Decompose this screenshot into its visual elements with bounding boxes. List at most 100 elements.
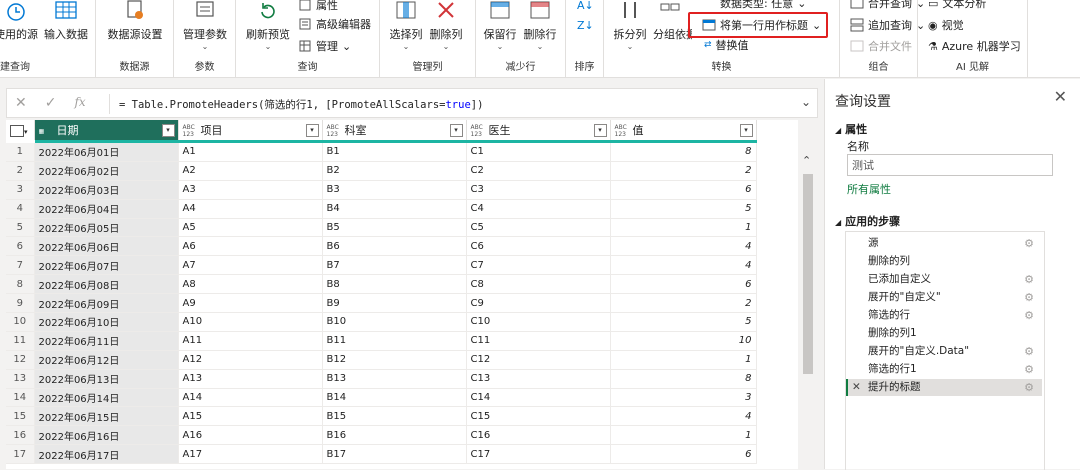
filter-dropdown-icon[interactable]: ▾ [161, 124, 175, 137]
cell-date[interactable]: 2022年06月10日 [34, 312, 179, 332]
cell-value[interactable]: 2 [610, 293, 757, 314]
cell[interactable]: C12 [466, 350, 611, 370]
cell-value[interactable]: 1 [610, 425, 757, 446]
gear-icon[interactable]: ⚙ [1024, 289, 1034, 306]
cell-date[interactable]: 2022年06月15日 [34, 406, 179, 427]
table-row[interactable]: 7 2022年06月07日 A7 B7 C7 4 [6, 255, 757, 276]
filter-dropdown-icon[interactable]: ▾ [305, 124, 319, 137]
gear-icon[interactable]: ⚙ [1024, 379, 1034, 396]
cell[interactable]: C15 [466, 406, 611, 427]
combine-files-button[interactable]: 合并文件 [850, 37, 912, 55]
cell[interactable]: B13 [322, 369, 467, 389]
table-row[interactable]: 12 2022年06月12日 A12 B12 C12 1 [6, 350, 757, 370]
cell[interactable]: B6 [322, 236, 467, 257]
cell-date[interactable]: 2022年06月01日 [34, 141, 179, 162]
filter-dropdown-icon[interactable]: ▾ [593, 124, 607, 137]
cell[interactable]: C13 [466, 369, 611, 389]
cell-value[interactable]: 5 [610, 312, 757, 332]
formula-input[interactable]: = Table.PromoteHeaders(筛选的行1, [PromoteAl… [119, 97, 483, 112]
manage-button[interactable]: 管理 ⌄ [298, 37, 351, 55]
table-row[interactable]: 11 2022年06月11日 A11 B11 C11 10 [6, 331, 757, 351]
check-icon[interactable]: ✓ [45, 95, 57, 111]
group-by-button[interactable]: 分组依据 [648, 0, 692, 56]
cell-value[interactable]: 5 [610, 199, 757, 219]
cell-date[interactable]: 2022年06月03日 [34, 180, 179, 200]
cell[interactable]: C8 [466, 274, 611, 295]
refresh-preview-button[interactable]: 刷新预览 ⌄ [242, 0, 294, 56]
sort-ascending-button[interactable]: A↓ [577, 0, 594, 14]
cell-date[interactable]: 2022年06月09日 [34, 293, 179, 314]
azure-ml-button[interactable]: ⚗ Azure 机器学习 [928, 37, 1021, 55]
cell[interactable]: B3 [322, 180, 467, 200]
table-row[interactable]: 10 2022年06月10日 A10 B10 C10 5 [6, 312, 757, 332]
filter-dropdown-icon[interactable]: ▾ [739, 124, 753, 137]
cell-date[interactable]: 2022年06月16日 [34, 425, 179, 446]
column-header-item[interactable]: ABC 123 项目 ▾ [178, 120, 323, 143]
cell[interactable]: A14 [178, 388, 323, 408]
cell-date[interactable]: 2022年06月07日 [34, 255, 179, 276]
cell[interactable]: C5 [466, 218, 611, 238]
cell[interactable]: C7 [466, 255, 611, 276]
applied-step[interactable]: 已添加自定义 ⚙ [846, 271, 1042, 288]
cell[interactable]: A11 [178, 331, 323, 351]
cell[interactable]: A2 [178, 161, 323, 181]
cell-value[interactable]: 3 [610, 388, 757, 408]
applied-step[interactable]: 展开的"自定义.Data" ⚙ [846, 343, 1042, 360]
cell[interactable]: A15 [178, 406, 323, 427]
table-row[interactable]: 2 2022年06月02日 A2 B2 C2 2 [6, 161, 757, 181]
cell-date[interactable]: 2022年06月06日 [34, 236, 179, 257]
cell-date[interactable]: 2022年06月04日 [34, 199, 179, 219]
cell-value[interactable]: 2 [610, 161, 757, 181]
applied-step[interactable]: ✕ 提升的标题 ⚙ [846, 379, 1042, 396]
vertical-scrollbar[interactable]: ⌃ [798, 150, 818, 469]
cell-value[interactable]: 8 [610, 141, 757, 162]
cell-value[interactable]: 6 [610, 180, 757, 200]
cell[interactable]: A10 [178, 312, 323, 332]
cell[interactable]: C3 [466, 180, 611, 200]
cell[interactable]: B12 [322, 350, 467, 370]
cell[interactable]: C4 [466, 199, 611, 219]
cell-value[interactable]: 4 [610, 255, 757, 276]
table-menu-button[interactable]: ▾ [6, 120, 35, 143]
table-row[interactable]: 15 2022年06月15日 A15 B15 C15 4 [6, 406, 757, 427]
table-row[interactable]: 16 2022年06月16日 A16 B16 C16 1 [6, 425, 757, 446]
cell[interactable]: C6 [466, 236, 611, 257]
close-icon[interactable]: ✕ [1054, 87, 1067, 106]
cell[interactable]: A6 [178, 236, 323, 257]
applied-step[interactable]: 筛选的行1 ⚙ [846, 361, 1042, 378]
table-row[interactable]: 17 2022年06月17日 A17 B17 C17 6 [6, 444, 757, 465]
enter-data-button[interactable]: 输入数据 [40, 0, 92, 56]
cell-value[interactable]: 6 [610, 444, 757, 465]
properties-button[interactable]: 属性 [298, 0, 338, 14]
applied-step[interactable]: 源 ⚙ [846, 235, 1042, 252]
column-header-date[interactable]: ▦ 日期 ▾ [34, 120, 179, 143]
column-header-doctor[interactable]: ABC 123 医生 ▾ [466, 120, 611, 143]
cell[interactable]: A7 [178, 255, 323, 276]
applied-step[interactable]: 删除的列 [846, 253, 1042, 270]
cell[interactable]: B4 [322, 199, 467, 219]
cancel-icon[interactable]: ✕ [15, 95, 27, 111]
applied-step[interactable]: 展开的"自定义" ⚙ [846, 289, 1042, 306]
text-analytics-button[interactable]: ▭ 文本分析 [928, 0, 986, 12]
cell[interactable]: C10 [466, 312, 611, 332]
cell[interactable]: B17 [322, 444, 467, 465]
cell[interactable]: A4 [178, 199, 323, 219]
gear-icon[interactable]: ⚙ [1024, 361, 1034, 378]
query-name-input[interactable] [847, 154, 1053, 176]
replace-values-button[interactable]: ⇄ 替换值 [704, 36, 749, 54]
cell[interactable]: A16 [178, 425, 323, 446]
table-row[interactable]: 5 2022年06月05日 A5 B5 C5 1 [6, 218, 757, 238]
column-header-value[interactable]: ABC 123 值 ▾ [610, 120, 757, 143]
cell-value[interactable]: 1 [610, 350, 757, 370]
cell[interactable]: C9 [466, 293, 611, 314]
cell[interactable]: C14 [466, 388, 611, 408]
cell[interactable]: A9 [178, 293, 323, 314]
vision-button[interactable]: ◉ 视觉 [928, 16, 964, 34]
cell[interactable]: C17 [466, 444, 611, 465]
cell[interactable]: C1 [466, 141, 611, 162]
cell-date[interactable]: 2022年06月13日 [34, 369, 179, 389]
cell[interactable]: B15 [322, 406, 467, 427]
table-row[interactable]: 4 2022年06月04日 A4 B4 C4 5 [6, 199, 757, 219]
cell[interactable]: A17 [178, 444, 323, 465]
table-row[interactable]: 9 2022年06月09日 A9 B9 C9 2 [6, 293, 757, 314]
